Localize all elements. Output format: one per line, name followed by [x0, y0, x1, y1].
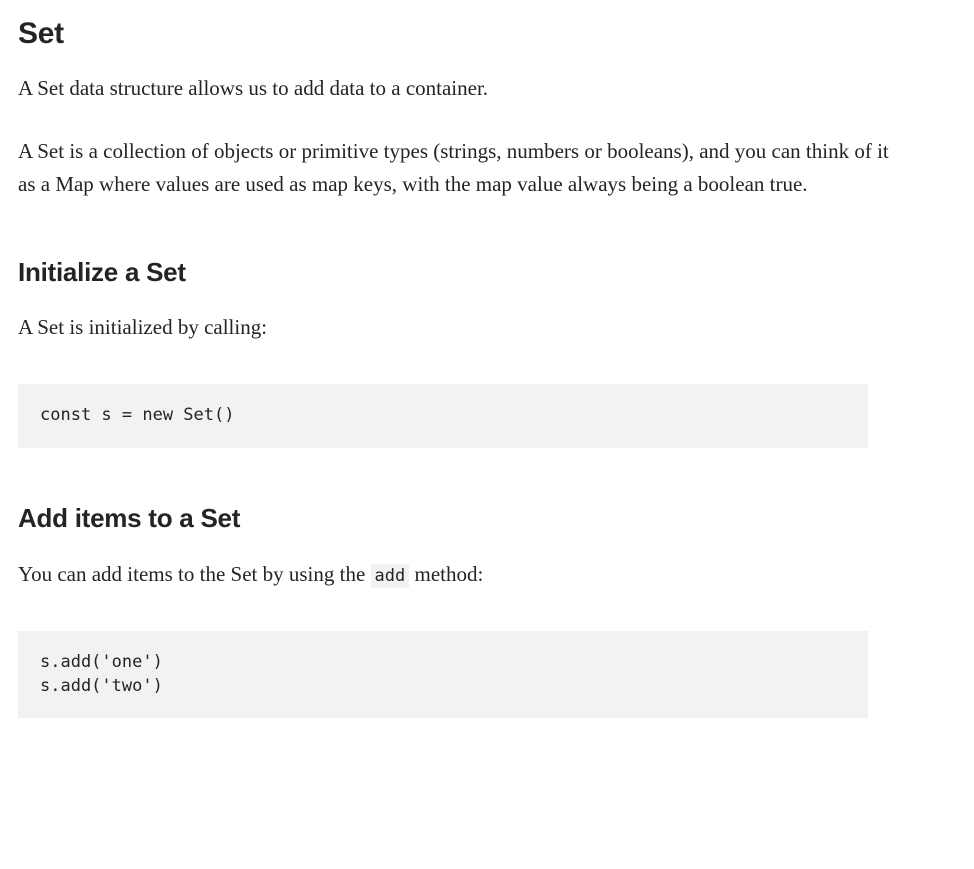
code-block-add: s.add('one') s.add('two'): [18, 631, 868, 719]
heading-initialize: Initialize a Set: [18, 252, 956, 294]
inline-code-add: add: [371, 564, 410, 588]
heading-add-items: Add items to a Set: [18, 498, 956, 540]
paragraph-add: You can add items to the Set by using th…: [18, 558, 898, 591]
code-block-init: const s = new Set(): [18, 384, 868, 448]
paragraph-init: A Set is initialized by calling:: [18, 311, 898, 344]
heading-set: Set: [18, 10, 956, 58]
paragraph-description: A Set is a collection of objects or prim…: [18, 135, 898, 201]
paragraph-add-text-after: method:: [409, 562, 483, 586]
paragraph-intro: A Set data structure allows us to add da…: [18, 72, 898, 105]
paragraph-add-text-before: You can add items to the Set by using th…: [18, 562, 371, 586]
